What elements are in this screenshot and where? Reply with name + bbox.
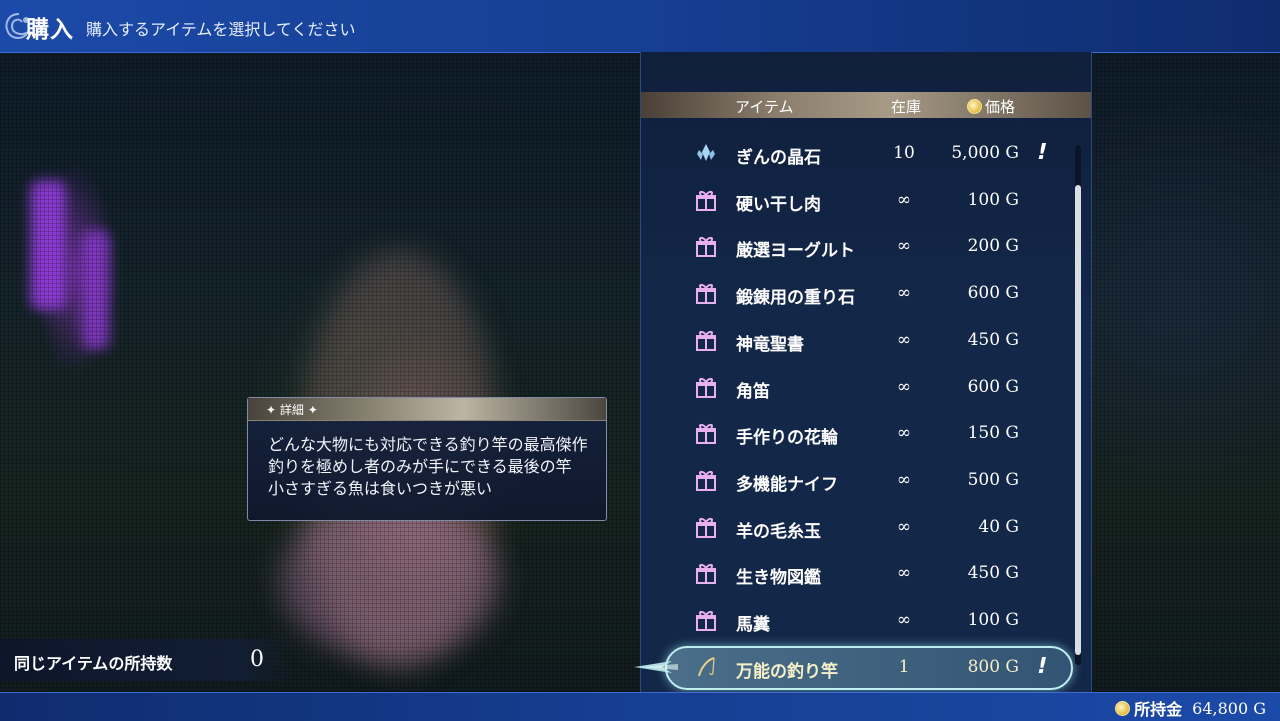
owned-count-panel: 同じアイテムの所持数 0 bbox=[0, 639, 296, 681]
item-name: 鍛錬用の重り石 bbox=[736, 288, 855, 309]
item-price: 500 G bbox=[967, 469, 1019, 490]
shop-item-row[interactable]: 鍛錬用の重り石 ∞ 600 G bbox=[641, 274, 1071, 314]
item-price: 100 G bbox=[967, 189, 1019, 210]
item-name: 厳選ヨーグルト bbox=[736, 241, 855, 262]
column-item: アイテム bbox=[735, 98, 794, 116]
item-name: 角笛 bbox=[736, 381, 770, 402]
detail-line: 釣りを極めし者のみが手にできる最後の竿 bbox=[268, 457, 572, 476]
crystal-icon bbox=[695, 142, 717, 164]
item-stock: ∞ bbox=[896, 236, 912, 257]
shop-item-row[interactable]: 馬糞 ∞ 100 G bbox=[641, 601, 1071, 641]
shop-item-row[interactable]: 羊の毛糸玉 ∞ 40 G bbox=[641, 508, 1071, 548]
column-stock: 在庫 bbox=[891, 98, 922, 116]
item-stock: ∞ bbox=[896, 329, 912, 350]
scrollbar-thumb[interactable] bbox=[1075, 185, 1081, 655]
gift-icon bbox=[695, 329, 717, 351]
gift-icon bbox=[695, 376, 717, 398]
detail-line: 小さすぎる魚は食いつきが悪い bbox=[268, 479, 493, 498]
item-stock: ∞ bbox=[896, 423, 912, 444]
shop-item-row[interactable]: 神竜聖書 ∞ 450 G bbox=[641, 321, 1071, 361]
item-stock: 10 bbox=[893, 143, 915, 163]
page-title: 購入 bbox=[26, 17, 74, 43]
shop-item-row[interactable]: 硬い干し肉 ∞ 100 G bbox=[641, 181, 1071, 221]
coin-icon bbox=[1115, 700, 1131, 716]
shop-item-row[interactable]: 多機能ナイフ ∞ 500 G bbox=[641, 461, 1071, 501]
item-stock: ∞ bbox=[896, 189, 912, 210]
shop-item-row[interactable]: 万能の釣り竿 1 800 G! bbox=[641, 645, 1073, 690]
shop-item-row[interactable]: 厳選ヨーグルト ∞ 200 G bbox=[641, 227, 1071, 267]
page-subtitle: 購入するアイテムを選択してください bbox=[86, 20, 356, 39]
gift-icon bbox=[695, 189, 717, 211]
detail-line: どんな大物にも対応できる釣り竿の最高傑作 bbox=[268, 435, 588, 454]
gift-icon bbox=[695, 516, 717, 538]
money-value: 64,800 G bbox=[1192, 698, 1266, 718]
item-name: 硬い干し肉 bbox=[736, 194, 821, 215]
item-name: 手作りの花輪 bbox=[736, 428, 838, 449]
item-stock: ∞ bbox=[896, 563, 912, 584]
item-name: 多機能ナイフ bbox=[736, 474, 838, 495]
shop-item-row[interactable]: ぎんの晶石 10 5,000 G! bbox=[641, 134, 1071, 174]
item-price: 600 G bbox=[967, 283, 1019, 304]
shop-item-row[interactable]: 生き物図鑑 ∞ 450 G bbox=[641, 554, 1071, 594]
gift-icon bbox=[695, 609, 717, 631]
scrollbar[interactable] bbox=[1075, 145, 1081, 665]
item-stock: ∞ bbox=[896, 610, 912, 630]
gift-icon bbox=[695, 282, 717, 305]
item-price: 100 G bbox=[967, 610, 1019, 630]
owned-count-value: 0 bbox=[250, 647, 264, 672]
shop-item-row[interactable]: 手作りの花輪 ∞ 150 G bbox=[641, 414, 1071, 454]
item-price: 5,000 G bbox=[951, 143, 1019, 163]
item-stock: ∞ bbox=[896, 469, 912, 490]
detail-title: ✦ 詳細 ✦ bbox=[266, 403, 318, 417]
money-label: 所持金 bbox=[1134, 700, 1183, 719]
item-name: 万能の釣り竿 bbox=[736, 661, 838, 682]
column-price: 価格 bbox=[967, 96, 1015, 117]
gift-icon bbox=[695, 562, 717, 585]
item-name: ぎんの晶石 bbox=[736, 148, 821, 168]
bottom-bar: 所持金 64,800 G bbox=[0, 692, 1280, 721]
new-item-flag-icon: ! bbox=[1034, 140, 1050, 165]
item-stock: ∞ bbox=[896, 283, 912, 304]
list-header: アイテム 在庫 価格 bbox=[641, 92, 1091, 118]
owned-count-label: 同じアイテムの所持数 bbox=[14, 654, 173, 673]
item-price: 450 G bbox=[967, 329, 1019, 350]
item-price: 200 G bbox=[967, 236, 1019, 257]
gift-icon bbox=[695, 469, 717, 491]
selection-cursor-icon bbox=[634, 661, 678, 673]
detail-header: ✦ 詳細 ✦ bbox=[248, 398, 606, 421]
shop-list-panel: アイテム 在庫 価格 ぎんの晶石 10 5,000 G! 硬い干し肉 ∞ 100 G 厳選ヨ… bbox=[640, 52, 1092, 692]
fishing-rod-icon bbox=[695, 656, 717, 678]
item-stock: ∞ bbox=[896, 376, 912, 397]
item-name: 羊の毛糸玉 bbox=[736, 521, 821, 542]
detail-panel: ✦ 詳細 ✦ どんな大物にも対応できる釣り竿の最高傑作 釣りを極めし者のみが手に… bbox=[247, 397, 607, 521]
item-name: 馬糞 bbox=[736, 615, 770, 635]
item-stock: ∞ bbox=[896, 516, 912, 537]
item-stock: 1 bbox=[898, 656, 910, 677]
item-price: 450 G bbox=[967, 563, 1019, 584]
item-name: 神竜聖書 bbox=[736, 334, 804, 355]
money-display: 所持金 64,800 G bbox=[1115, 696, 1266, 720]
gift-icon bbox=[695, 235, 717, 258]
gift-icon bbox=[695, 422, 717, 445]
item-price: 800 G bbox=[967, 656, 1019, 677]
item-price: 600 G bbox=[967, 376, 1019, 397]
top-bar: 購入 購入するアイテムを選択してください bbox=[0, 0, 1280, 53]
item-price: 40 G bbox=[978, 516, 1019, 537]
item-name: 生き物図鑑 bbox=[736, 568, 821, 589]
detail-description: どんな大物にも対応できる釣り竿の最高傑作 釣りを極めし者のみが手にできる最後の竿… bbox=[248, 421, 606, 500]
shop-item-row[interactable]: 角笛 ∞ 600 G bbox=[641, 368, 1071, 408]
coin-icon bbox=[967, 99, 982, 114]
item-price: 150 G bbox=[967, 423, 1019, 444]
